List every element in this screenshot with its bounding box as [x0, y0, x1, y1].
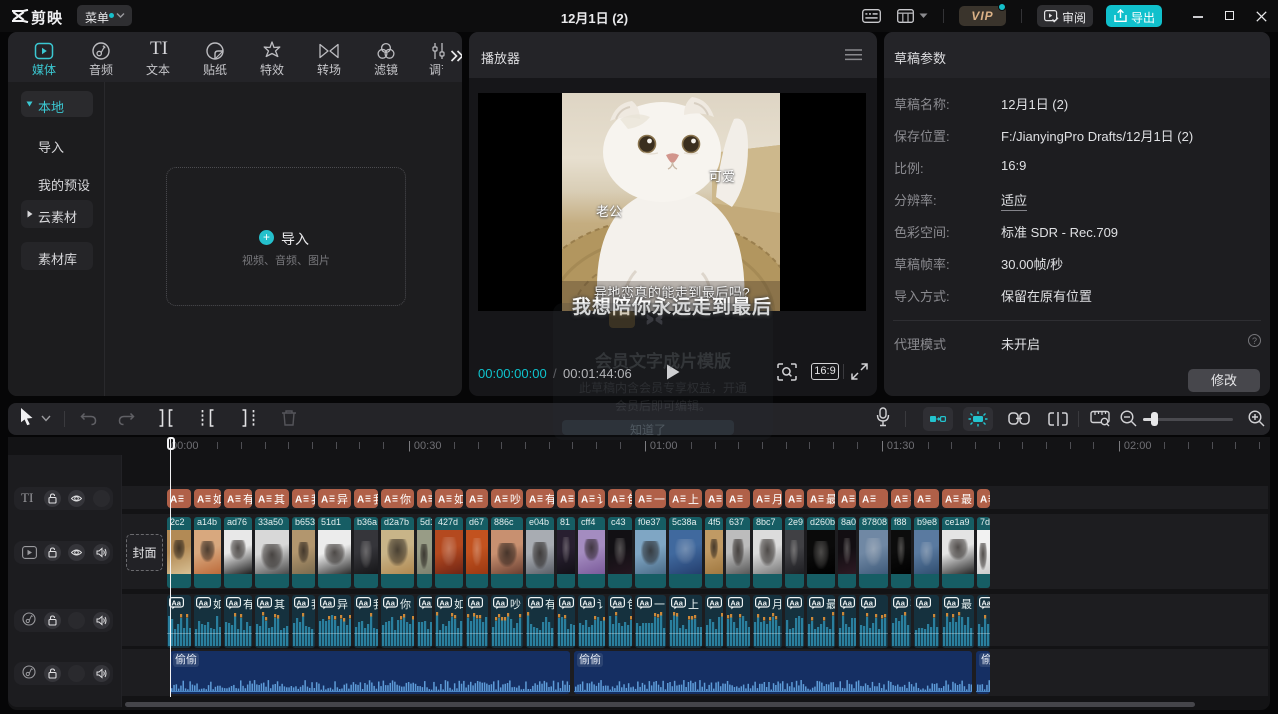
svg-text:A: A: [384, 495, 391, 506]
svg-text:Aa: Aa: [385, 598, 395, 607]
svg-text:Aa: Aa: [981, 598, 990, 607]
svg-text:A: A: [469, 495, 476, 506]
svg-text:A: A: [708, 495, 715, 506]
svg-text:A: A: [357, 495, 364, 506]
svg-text:Aa: Aa: [789, 598, 799, 607]
svg-text:Aa: Aa: [198, 598, 208, 607]
svg-text:A: A: [729, 495, 736, 506]
svg-text:Aa: Aa: [358, 598, 368, 607]
svg-text:A: A: [672, 495, 679, 506]
svg-text:Aa: Aa: [259, 598, 269, 607]
svg-text:A: A: [258, 495, 265, 506]
svg-text:Aa: Aa: [470, 598, 480, 607]
svg-text:A: A: [321, 495, 328, 506]
svg-text:Aa: Aa: [612, 598, 622, 607]
svg-text:A: A: [529, 495, 536, 506]
svg-text:A: A: [560, 495, 567, 506]
svg-text:A: A: [494, 495, 501, 506]
svg-text:Aa: Aa: [811, 598, 821, 607]
svg-text:A: A: [170, 495, 177, 506]
svg-text:A: A: [295, 495, 302, 506]
svg-text:Aa: Aa: [946, 598, 956, 607]
svg-text:Aa: Aa: [561, 598, 571, 607]
svg-text:A: A: [638, 495, 645, 506]
svg-text:A: A: [810, 495, 817, 506]
svg-text:A: A: [841, 495, 848, 506]
svg-text:A: A: [945, 495, 952, 506]
svg-text:A: A: [420, 495, 427, 506]
svg-text:A: A: [862, 495, 869, 506]
svg-text:Aa: Aa: [421, 598, 431, 607]
svg-text:A: A: [788, 495, 795, 506]
svg-text:Aa: Aa: [709, 598, 719, 607]
svg-text:A: A: [227, 495, 234, 506]
svg-text:A: A: [611, 495, 618, 506]
svg-text:Aa: Aa: [582, 598, 592, 607]
svg-text:Aa: Aa: [918, 598, 928, 607]
svg-text:A: A: [980, 495, 987, 506]
svg-text:Aa: Aa: [530, 598, 540, 607]
svg-text:Aa: Aa: [439, 598, 449, 607]
svg-text:A: A: [581, 495, 588, 506]
svg-text:Aa: Aa: [296, 598, 306, 607]
svg-text:Aa: Aa: [228, 598, 238, 607]
svg-text:Aa: Aa: [730, 598, 740, 607]
svg-text:A: A: [917, 495, 924, 506]
svg-text:Aa: Aa: [757, 598, 767, 607]
svg-text:Aa: Aa: [495, 598, 505, 607]
svg-text:A: A: [197, 495, 204, 506]
svg-text:Aa: Aa: [322, 598, 332, 607]
svg-text:Aa: Aa: [842, 598, 852, 607]
svg-text:Aa: Aa: [895, 598, 905, 607]
svg-text:Aa: Aa: [673, 598, 683, 607]
svg-text:Aa: Aa: [639, 598, 649, 607]
svg-text:A: A: [894, 495, 901, 506]
svg-text:Aa: Aa: [171, 598, 181, 607]
svg-text:Aa: Aa: [863, 598, 873, 607]
svg-text:A: A: [756, 495, 763, 506]
svg-text:A: A: [438, 495, 445, 506]
